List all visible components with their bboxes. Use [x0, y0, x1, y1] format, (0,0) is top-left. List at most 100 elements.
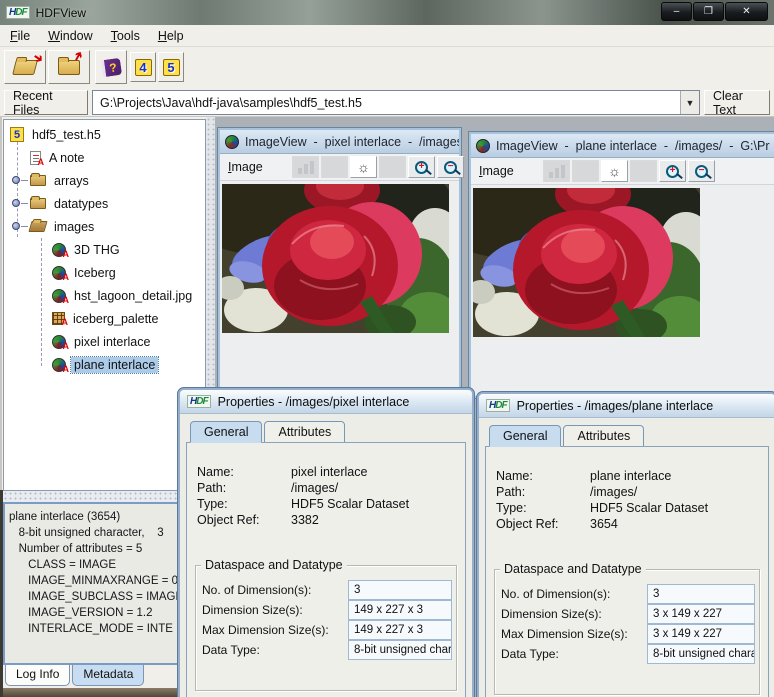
tab-metadata[interactable]: Metadata — [72, 665, 144, 686]
dims-field[interactable]: 149 x 227 x 3 — [348, 600, 452, 620]
ndims-field[interactable]: 3 — [348, 580, 452, 600]
imageview1-toolbar: Image ☼ + − — [220, 154, 459, 181]
tree-item[interactable]: plane interlace — [4, 353, 205, 376]
zoom-in-button[interactable]: + — [408, 156, 435, 178]
image-icon — [52, 335, 66, 349]
tree-item[interactable]: 3D THG — [4, 238, 205, 261]
name-label: Name: — [496, 469, 533, 483]
image-menu[interactable]: Image — [479, 164, 514, 178]
ndims-label: No. of Dimension(s): — [501, 587, 610, 601]
brightness-button[interactable]: ☼ — [350, 156, 377, 178]
imageview1-titlebar[interactable]: ImageView - pixel interlace - /images/ - — [220, 130, 459, 154]
palette-icon — [52, 312, 65, 325]
maxdims-field[interactable]: 149 x 227 x 3 — [348, 620, 452, 640]
dims-field[interactable]: 3 x 149 x 227 — [647, 604, 755, 624]
tree-expand-knob[interactable] — [12, 176, 20, 184]
properties2-general-panel: Name:plane interlace Path:/images/ Type:… — [485, 446, 769, 697]
tree-item[interactable]: images — [4, 215, 205, 238]
file-path-combobox[interactable]: G:\Projects\Java\hdf-java\samples\hdf5_t… — [92, 90, 700, 115]
tree-item[interactable]: 5 hdf5_test.h5 — [4, 123, 205, 146]
rose-image — [473, 188, 700, 337]
minimize-button[interactable]: – — [661, 2, 692, 21]
menu-help[interactable]: Help — [158, 29, 184, 43]
palette-button — [321, 156, 348, 178]
hdf-logo-icon: HDF — [6, 6, 30, 19]
hdf-logo-icon: HDF — [486, 399, 510, 412]
tree: 5 hdf5_test.h5 A note arrays datatypes i… — [4, 120, 205, 376]
properties1-general-panel: Name:pixel interlace Path:/images/ Type:… — [186, 442, 466, 697]
maxdims-field[interactable]: 3 x 149 x 227 — [647, 624, 755, 644]
tab-attributes[interactable]: Attributes — [563, 425, 644, 447]
hdf5-icon: 5 — [163, 59, 180, 76]
image-icon — [52, 243, 66, 257]
dtype-field[interactable]: 8-bit unsigned character — [647, 644, 755, 664]
metadata-panel: plane interlace (3654) 8-bit unsigned ch… — [3, 502, 206, 665]
zoom-out-icon: − — [695, 165, 708, 178]
file-tree-panel: 5 hdf5_test.h5 A note arrays datatypes i… — [3, 119, 206, 491]
properties1-titlebar[interactable]: HDF Properties - /images/pixel interlace — [180, 390, 472, 414]
zoom-out-button[interactable]: − — [688, 160, 715, 182]
window-bottom-edge — [0, 688, 194, 697]
metadata-text: plane interlace (3654) 8-bit unsigned ch… — [5, 504, 204, 637]
image-icon — [52, 266, 66, 280]
menu-file[interactable]: File — [10, 29, 30, 43]
histogram-button — [292, 156, 319, 178]
tree-expand-knob[interactable] — [12, 199, 20, 207]
maxdims-label: Max Dimension Size(s): — [501, 627, 628, 641]
tree-item[interactable]: A note — [4, 146, 205, 169]
tree-item[interactable]: hst_lagoon_detail.jpg — [4, 284, 205, 307]
hdf4-library-button[interactable]: 4 — [130, 52, 156, 82]
horizontal-splitter[interactable] — [3, 491, 206, 502]
image-menu[interactable]: Image — [228, 160, 263, 174]
zoom-out-button[interactable]: − — [437, 156, 464, 178]
help-book-icon: ? — [100, 57, 121, 76]
hdf5-library-button[interactable]: 5 — [158, 52, 184, 82]
brightness-button[interactable]: ☼ — [601, 160, 628, 182]
dataspace-group: Dataspace and Datatype No. of Dimension(… — [195, 565, 457, 691]
folder-icon — [30, 198, 46, 209]
dims-label: Dimension Size(s): — [202, 603, 303, 617]
file-path-value: G:\Projects\Java\hdf-java\samples\hdf5_t… — [93, 96, 680, 110]
tree-expand-knob[interactable] — [12, 222, 20, 230]
help-button[interactable]: ? — [95, 50, 127, 84]
path-label: Path: — [197, 481, 226, 495]
object-ref-label: Object Ref: — [496, 517, 559, 531]
menu-tools[interactable]: Tools — [111, 29, 140, 43]
close-file-button[interactable]: ➔ — [48, 50, 90, 84]
bottom-tabs: Log Info Metadata — [3, 665, 144, 688]
dtype-field[interactable]: 8-bit unsigned character — [348, 640, 452, 660]
note-icon — [30, 151, 41, 165]
menubar: File Window Tools Help — [0, 25, 774, 47]
properties1-title: Properties - /images/pixel interlace — [218, 395, 410, 409]
image-globe-icon — [476, 139, 490, 153]
app-titlebar[interactable]: HDF HDFView – ❐ ✕ — [0, 0, 774, 25]
close-button[interactable]: ✕ — [725, 2, 768, 21]
combobox-dropdown-arrow[interactable]: ▼ — [680, 91, 699, 114]
maximize-button[interactable]: ❐ — [693, 2, 724, 21]
zoom-out-icon: − — [444, 161, 457, 174]
recent-files-button[interactable]: Recent Files — [4, 90, 88, 115]
imageview2-titlebar[interactable]: ImageView - plane interlace - /images/ -… — [471, 134, 774, 158]
zoom-in-button[interactable]: + — [659, 160, 686, 182]
tab-log-info[interactable]: Log Info — [5, 665, 70, 686]
menu-window[interactable]: Window — [48, 29, 92, 43]
tree-item[interactable]: pixel interlace — [4, 330, 205, 353]
tree-item[interactable]: datatypes — [4, 192, 205, 215]
maxdims-label: Max Dimension Size(s): — [202, 623, 329, 637]
tab-general[interactable]: General — [190, 421, 262, 443]
folder-open-icon — [28, 221, 47, 232]
clear-text-button[interactable]: Clear Text — [704, 90, 770, 115]
open-file-button[interactable]: ➔ — [4, 50, 46, 84]
hdf-logo-icon: HDF — [187, 395, 211, 408]
ndims-field[interactable]: 3 — [647, 584, 755, 604]
tab-attributes[interactable]: Attributes — [264, 421, 345, 443]
imageview1-title: ImageView - pixel interlace - /images/ - — [245, 135, 459, 149]
tree-item[interactable]: arrays — [4, 169, 205, 192]
image-icon — [52, 358, 66, 372]
histogram-icon — [298, 161, 314, 174]
properties2-titlebar[interactable]: HDF Properties - /images/plane interlace — [479, 394, 774, 418]
tab-general[interactable]: General — [489, 425, 561, 447]
tree-item[interactable]: Iceberg — [4, 261, 205, 284]
hdf4-icon: 4 — [135, 59, 152, 76]
tree-item[interactable]: iceberg_palette — [4, 307, 205, 330]
